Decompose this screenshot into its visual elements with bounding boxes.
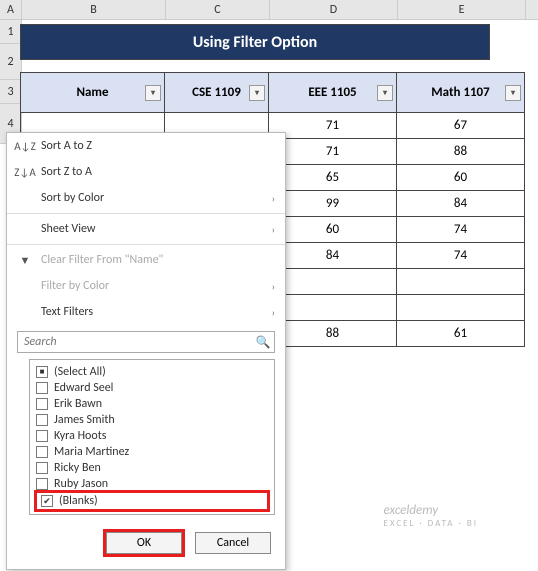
checkbox[interactable]	[36, 446, 48, 458]
page-title: Using Filter Option	[20, 24, 490, 60]
cell[interactable]: 60	[397, 165, 525, 191]
cell[interactable]: 74	[397, 217, 525, 243]
sort-az-icon: A↓Z	[17, 138, 33, 154]
list-item[interactable]: Edward Seel	[36, 380, 268, 396]
chevron-right-icon: ›	[272, 306, 275, 319]
list-item[interactable]: Erik Bawn	[36, 396, 268, 412]
checkbox-checked[interactable]	[41, 495, 53, 507]
clear-filter: ▼Clear Filter From "Name"	[7, 247, 285, 273]
row-1[interactable]: 1	[0, 20, 22, 44]
checkbox[interactable]	[36, 462, 48, 474]
sort-by-color[interactable]: Sort by Color›	[7, 185, 285, 211]
filter-button-name[interactable]: ▾	[145, 85, 161, 101]
sort-za-icon: Z↓A	[17, 164, 33, 180]
header-cse: CSE 1109▾	[165, 73, 269, 113]
sort-az[interactable]: A↓ZSort A to Z	[7, 133, 285, 159]
cell[interactable]: 84	[269, 243, 397, 269]
list-item-blanks[interactable]: (Blanks)	[34, 490, 270, 512]
header-name: Name▾	[21, 73, 165, 113]
filter-button-math[interactable]: ▾	[505, 85, 521, 101]
ok-button[interactable]: OK	[106, 532, 182, 554]
col-E[interactable]: E	[398, 0, 526, 19]
header-eee: EEE 1105▾	[269, 73, 397, 113]
cell[interactable]: 74	[397, 243, 525, 269]
cell[interactable]: 65	[269, 165, 397, 191]
row-2[interactable]: 2	[0, 44, 22, 80]
cell[interactable]: 61	[397, 321, 525, 347]
checkbox[interactable]	[36, 414, 48, 426]
cell[interactable]: 71	[269, 113, 397, 139]
checkbox[interactable]	[36, 430, 48, 442]
cell[interactable]: 60	[269, 217, 397, 243]
column-headers: A B C D E	[0, 0, 538, 20]
cell[interactable]: 84	[397, 191, 525, 217]
filter-dropdown: A↓ZSort A to Z Z↓ASort Z to A Sort by Co…	[6, 132, 286, 570]
cell[interactable]	[269, 269, 397, 295]
text-filters[interactable]: Text Filters›	[7, 299, 285, 325]
search-box: 🔍	[17, 331, 275, 353]
row-3[interactable]: 3	[0, 80, 22, 104]
cell[interactable]: 88	[269, 321, 397, 347]
checkbox[interactable]	[36, 478, 48, 490]
cell[interactable]	[397, 269, 525, 295]
header-math: Math 1107▾	[397, 73, 525, 113]
cell[interactable]: 71	[269, 139, 397, 165]
cell[interactable]	[269, 295, 397, 321]
list-item[interactable]: (Select All)	[36, 364, 268, 380]
checkbox[interactable]	[36, 382, 48, 394]
checkbox-indeterminate[interactable]	[36, 366, 48, 378]
chevron-right-icon: ›	[272, 223, 275, 236]
cell[interactable]: 88	[397, 139, 525, 165]
col-A[interactable]: A	[0, 0, 22, 19]
funnel-icon: ▼	[17, 252, 33, 268]
list-item[interactable]: Ricky Ben	[36, 460, 268, 476]
filter-button-cse[interactable]: ▾	[249, 85, 265, 101]
checkbox[interactable]	[36, 398, 48, 410]
cell[interactable]: 67	[397, 113, 525, 139]
cell[interactable]	[397, 295, 525, 321]
cell[interactable]: 99	[269, 191, 397, 217]
list-item[interactable]: Maria Martinez	[36, 444, 268, 460]
list-item[interactable]: Kyra Hoots	[36, 428, 268, 444]
search-input[interactable]	[18, 332, 252, 352]
sort-za[interactable]: Z↓ASort Z to A	[7, 159, 285, 185]
filter-button-eee[interactable]: ▾	[377, 85, 393, 101]
chevron-right-icon: ›	[272, 192, 275, 205]
filter-checklist: (Select All) Edward Seel Erik Bawn James…	[29, 359, 275, 515]
row-headers: 1 2 3 4	[0, 20, 22, 144]
chevron-right-icon: ›	[272, 280, 275, 293]
col-D[interactable]: D	[270, 0, 398, 19]
cancel-button[interactable]: Cancel	[195, 532, 271, 554]
filter-by-color: Filter by Color›	[7, 273, 285, 299]
col-C[interactable]: C	[166, 0, 270, 19]
sheet-view[interactable]: Sheet View›	[7, 216, 285, 242]
search-icon: 🔍	[252, 332, 274, 352]
list-item[interactable]: James Smith	[36, 412, 268, 428]
col-B[interactable]: B	[22, 0, 166, 19]
watermark: exceldemy EXCEL · DATA · BI	[384, 503, 478, 529]
